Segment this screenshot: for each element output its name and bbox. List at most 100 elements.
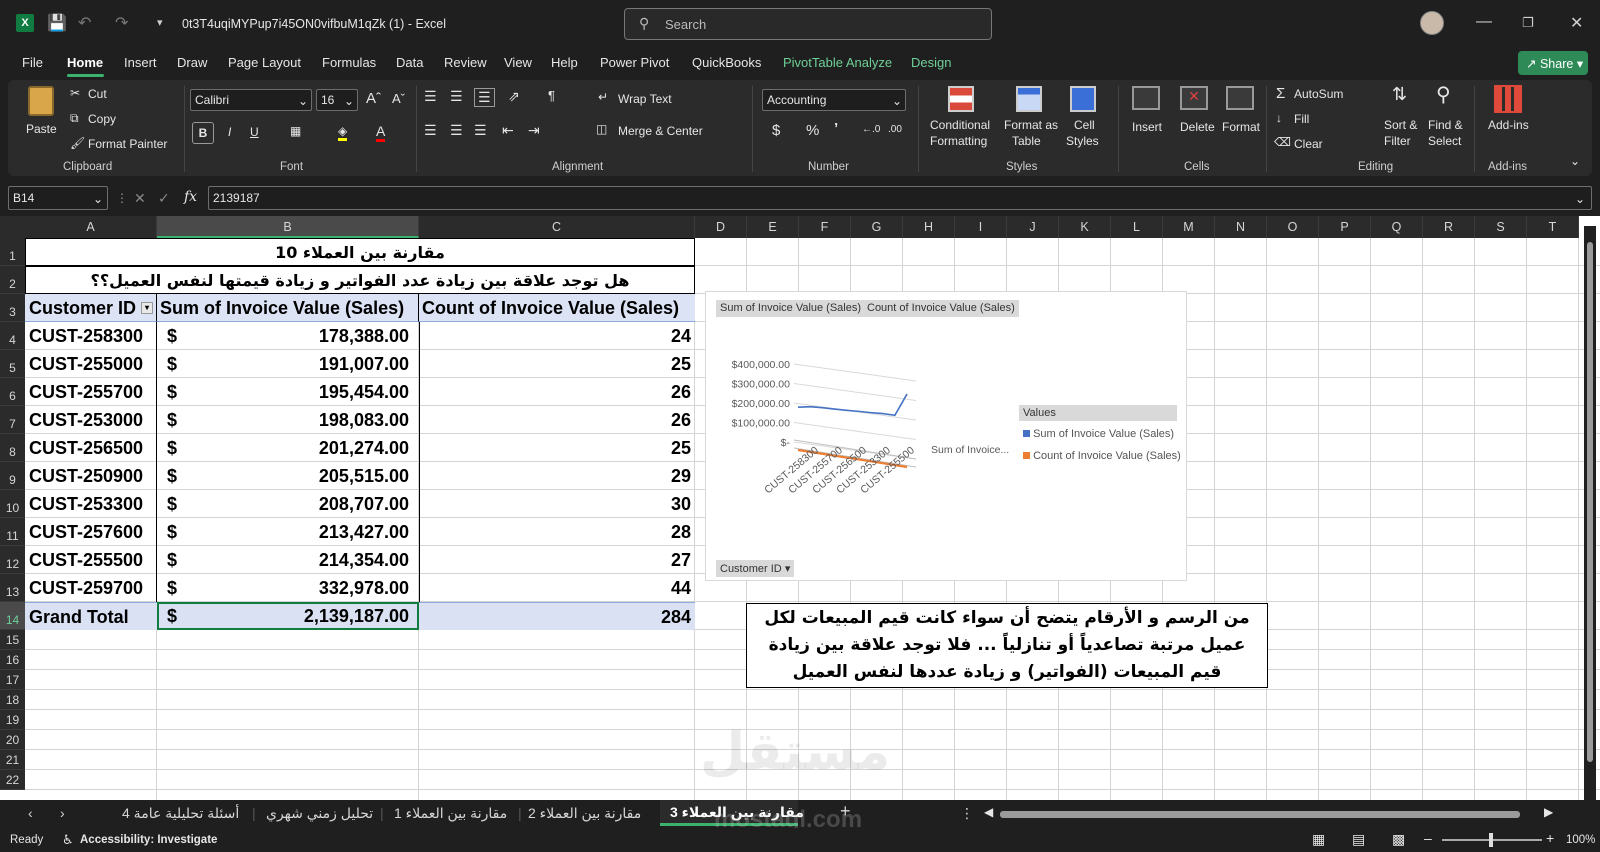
currency-icon[interactable]: $ [772,122,780,139]
column-header-j[interactable]: J [1007,216,1059,238]
cell-sum[interactable]: 191,007.00 [187,350,409,378]
paste-button[interactable]: Paste [26,122,57,136]
minimize-icon[interactable]: — [1476,13,1492,31]
column-header-s[interactable]: S [1475,216,1527,238]
font-size-select[interactable]: 16 ⌄ [316,89,358,111]
total-count[interactable]: 284 [419,602,695,630]
cell-count[interactable]: 44 [419,574,691,602]
cell-count[interactable]: 29 [419,462,691,490]
tab-data[interactable]: Data [396,55,423,70]
header-customer-id[interactable]: Customer ID [25,294,157,322]
undo-icon[interactable]: ↶ [78,13,91,33]
cell-customer-id[interactable]: CUST-253000 [25,406,157,434]
tab-power-pivot[interactable]: Power Pivot [600,55,669,70]
cell-sum[interactable]: 214,354.00 [187,546,409,574]
insert-cells-icon[interactable] [1132,86,1160,110]
cell-currency[interactable]: $ [157,462,187,490]
conditional-formatting-icon[interactable] [948,86,974,112]
tab-view[interactable]: View [504,55,532,70]
tab-home[interactable]: Home [67,55,103,70]
save-icon[interactable]: 💾 [47,13,67,33]
text-direction-icon[interactable]: ¶ [548,88,555,103]
tab-pivottable-analyze[interactable]: PivotTable Analyze [783,55,892,70]
cell-currency[interactable]: $ [157,518,187,546]
row-header-1[interactable]: 1 [0,238,25,266]
cell-customer-id[interactable]: CUST-258300 [25,322,157,350]
decrease-indent-icon[interactable]: ⇤ [502,122,514,139]
cell-sum[interactable]: 208,707.00 [187,490,409,518]
cell-count[interactable]: 30 [419,490,691,518]
tabs-more-icon[interactable]: ⋮ [960,805,974,822]
row-header-9[interactable]: 9 [0,462,25,490]
column-header-p[interactable]: P [1319,216,1371,238]
header-sum[interactable]: Sum of Invoice Value (Sales) [157,294,419,322]
autosum-icon[interactable]: Σ [1276,85,1285,102]
sort-filter-icon[interactable]: ⇅ [1392,84,1407,105]
cancel-icon[interactable]: ✕ [134,190,146,207]
column-header-e[interactable]: E [747,216,799,238]
cut-button[interactable]: Cut [88,87,107,101]
find-select-button[interactable]: Find & [1428,118,1463,132]
grow-font-icon[interactable]: Aˆ [366,90,381,107]
borders-icon[interactable]: ▦ [290,124,301,138]
cell-currency[interactable]: $ [157,378,187,406]
cell-sum[interactable]: 205,515.00 [187,462,409,490]
row-header-19[interactable]: 19 [0,710,25,730]
cell-customer-id[interactable]: CUST-250900 [25,462,157,490]
collapse-ribbon-icon[interactable]: ⌄ [1570,154,1580,168]
row-header-8[interactable]: 8 [0,434,25,462]
decrease-decimal-icon[interactable]: .00 [888,124,902,135]
zoom-out-icon[interactable]: – [1424,830,1432,846]
column-header-g[interactable]: G [851,216,903,238]
row-header-6[interactable]: 6 [0,378,25,406]
tab-help[interactable]: Help [551,55,578,70]
cell-sum[interactable]: 195,454.00 [187,378,409,406]
vertical-scrollbar[interactable] [1584,226,1596,800]
cell-sum[interactable]: 178,388.00 [187,322,409,350]
format-cells-button[interactable]: Format [1222,120,1260,134]
row-header-18[interactable]: 18 [0,690,25,710]
clear-button[interactable]: Clear [1294,137,1323,151]
zoom-in-icon[interactable]: + [1546,830,1554,846]
bold-button[interactable]: B [192,122,214,144]
column-header-a[interactable]: A [25,216,157,238]
header-count[interactable]: Count of Invoice Value (Sales) [419,294,695,322]
field-button-count[interactable]: Count of Invoice Value (Sales) [863,300,1019,317]
cell-customer-id[interactable]: CUST-253300 [25,490,157,518]
cell-count[interactable]: 27 [419,546,691,574]
cell-customer-id[interactable]: CUST-255500 [25,546,157,574]
column-header-h[interactable]: H [903,216,955,238]
normal-view-icon[interactable]: ▦ [1312,831,1325,848]
align-center-icon[interactable]: ☰ [450,122,463,139]
row-header-10[interactable]: 10 [0,490,25,518]
row-header-13[interactable]: 13 [0,574,25,602]
accessibility-icon[interactable]: ♿ [62,832,74,848]
sheet-tab-compare-1[interactable]: مقارنة بين العملاء 1 [394,805,507,822]
conditional-formatting-button[interactable]: Conditional [930,118,990,132]
page-layout-view-icon[interactable]: ▤ [1352,831,1365,848]
conclusion-textbox[interactable]: من الرسم و الأرقام يتضح أن سواء كانت قيم… [746,603,1268,688]
delete-cells-icon[interactable]: ✕ [1180,86,1208,110]
total-label[interactable]: Grand Total [25,602,157,630]
align-bottom-icon[interactable]: ☰ [474,88,495,107]
cell-customer-id[interactable]: CUST-255000 [25,350,157,378]
tab-file[interactable]: File [22,55,43,70]
filter-dropdown-icon[interactable]: ▾ [141,302,153,314]
sheet-title[interactable]: مقارنة بين العملاء 10 [25,238,695,266]
cell-sum[interactable]: 332,978.00 [187,574,409,602]
column-header-k[interactable]: K [1059,216,1111,238]
page-break-view-icon[interactable]: ▩ [1392,831,1405,848]
comma-icon[interactable]: ’ [834,120,838,137]
find-select-icon[interactable]: ⚲ [1436,82,1451,107]
merge-center-icon[interactable]: ◫ [596,122,607,136]
cell-customer-id[interactable]: CUST-256500 [25,434,157,462]
align-left-icon[interactable]: ☰ [424,122,437,139]
cut-icon[interactable]: ✂ [70,86,80,100]
row-header-12[interactable]: 12 [0,546,25,574]
cell-count[interactable]: 28 [419,518,691,546]
increase-indent-icon[interactable]: ⇥ [528,122,540,139]
format-cells-icon[interactable] [1226,86,1254,110]
cell-sum[interactable]: 198,083.00 [187,406,409,434]
format-as-table-icon[interactable] [1016,86,1042,112]
column-header-r[interactable]: R [1423,216,1475,238]
